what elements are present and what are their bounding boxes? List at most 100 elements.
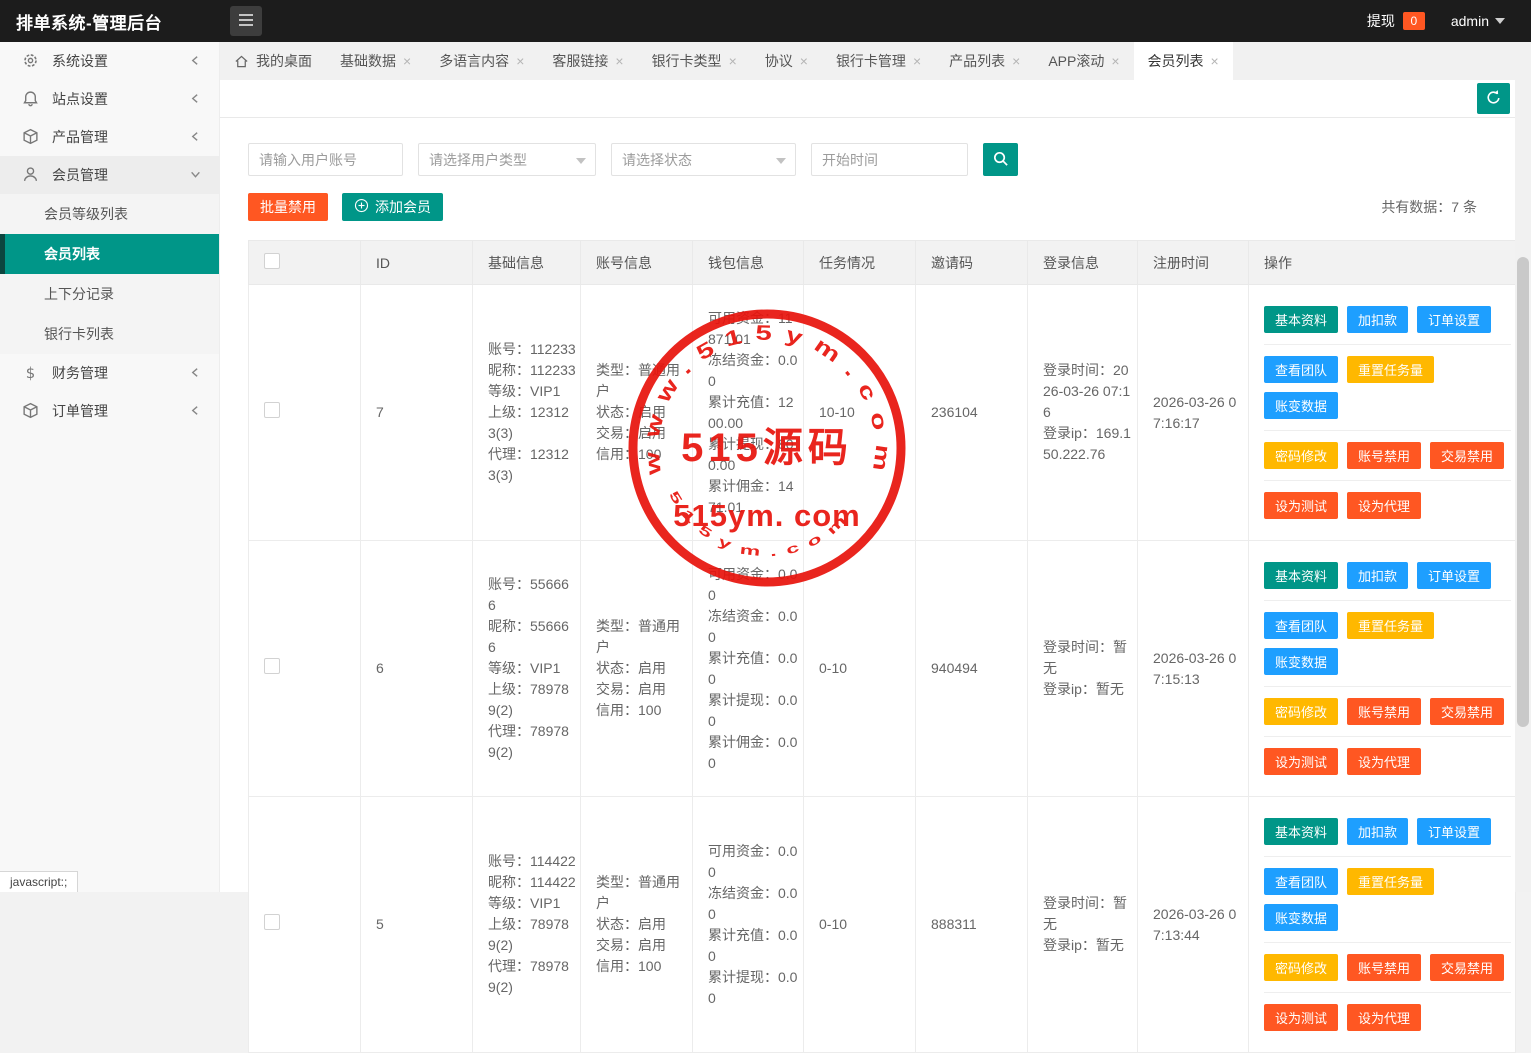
close-icon[interactable]: × bbox=[1211, 53, 1219, 69]
cell-wallet-info-line: 累计提现：0.00 bbox=[708, 690, 799, 732]
withdraw-count-badge: 0 bbox=[1403, 12, 1425, 30]
account-search-input[interactable] bbox=[248, 143, 403, 176]
close-icon[interactable]: × bbox=[913, 53, 921, 69]
tab[interactable]: 银行卡管理 × bbox=[822, 42, 935, 80]
chevron-down-icon bbox=[576, 158, 586, 164]
cell-wallet-info-line: 累计充值：1200.00 bbox=[708, 392, 799, 434]
column-header: 任务情况 bbox=[804, 241, 916, 285]
status-select[interactable]: 请选择状态 bbox=[611, 143, 796, 176]
close-icon[interactable]: × bbox=[403, 53, 411, 69]
disable-trade-button[interactable]: 交易禁用 bbox=[1430, 442, 1504, 469]
page-scrollbar[interactable] bbox=[1515, 42, 1531, 892]
adjust-balance-button[interactable]: 加扣款 bbox=[1347, 818, 1408, 845]
cell-basic-info-line: 上级：789789(2) bbox=[488, 679, 576, 721]
user-icon bbox=[22, 166, 40, 184]
tab[interactable]: 基础数据× bbox=[326, 42, 425, 80]
close-icon[interactable]: × bbox=[1111, 53, 1119, 69]
basic-profile-button[interactable]: 基本资料 bbox=[1264, 562, 1338, 589]
view-team-button[interactable]: 查看团队 bbox=[1264, 356, 1338, 383]
order-settings-button[interactable]: 订单设置 bbox=[1417, 818, 1491, 845]
sidebar-item[interactable]: 会员管理 bbox=[0, 156, 219, 194]
change-password-button[interactable]: 密码修改 bbox=[1264, 442, 1338, 469]
cell-login-info-line: 登录时间：暂无 bbox=[1043, 637, 1133, 679]
balance-records-button[interactable]: 账变数据 bbox=[1264, 904, 1338, 931]
change-password-button[interactable]: 密码修改 bbox=[1264, 954, 1338, 981]
basic-profile-button[interactable]: 基本资料 bbox=[1264, 306, 1338, 333]
sidebar-item-label: 系统设置 bbox=[52, 51, 190, 71]
tab[interactable]: APP滚动× bbox=[1034, 42, 1133, 80]
order-settings-button[interactable]: 订单设置 bbox=[1417, 306, 1491, 333]
view-team-button[interactable]: 查看团队 bbox=[1264, 612, 1338, 639]
tab[interactable]: 会员列表× bbox=[1134, 42, 1233, 80]
column-header: 注册时间 bbox=[1138, 241, 1249, 285]
sidebar-item[interactable]: $财务管理 bbox=[0, 354, 219, 392]
row-checkbox[interactable] bbox=[264, 914, 280, 930]
disable-account-button[interactable]: 账号禁用 bbox=[1347, 954, 1421, 981]
tab-label: 客服链接 bbox=[552, 51, 608, 71]
search-button[interactable] bbox=[983, 143, 1018, 176]
sidebar-subitem[interactable]: 银行卡列表 bbox=[0, 314, 219, 354]
set-agent-button[interactable]: 设为代理 bbox=[1347, 1004, 1421, 1031]
set-test-button[interactable]: 设为测试 bbox=[1264, 748, 1338, 775]
tab[interactable]: 产品列表× bbox=[935, 42, 1034, 80]
set-agent-button[interactable]: 设为代理 bbox=[1347, 748, 1421, 775]
tab[interactable]: 协议× bbox=[751, 42, 822, 80]
sidebar-subitem[interactable]: 会员列表 bbox=[0, 234, 219, 274]
sidebar-item[interactable]: 站点设置 bbox=[0, 80, 219, 118]
gear-icon bbox=[22, 52, 40, 70]
reset-task-button[interactable]: 重置任务量 bbox=[1347, 868, 1434, 895]
close-icon[interactable]: × bbox=[516, 53, 524, 69]
user-menu[interactable]: admin bbox=[1451, 13, 1505, 29]
disable-account-button[interactable]: 账号禁用 bbox=[1347, 442, 1421, 469]
scrollbar-thumb[interactable] bbox=[1517, 257, 1529, 727]
user-type-select[interactable]: 请选择用户类型 bbox=[418, 143, 596, 176]
change-password-button[interactable]: 密码修改 bbox=[1264, 698, 1338, 725]
disable-trade-button[interactable]: 交易禁用 bbox=[1430, 698, 1504, 725]
tab[interactable]: 客服链接 × bbox=[538, 42, 637, 80]
adjust-balance-button[interactable]: 加扣款 bbox=[1347, 306, 1408, 333]
add-member-button[interactable]: 添加会员 bbox=[342, 193, 443, 221]
close-icon[interactable]: × bbox=[800, 53, 808, 69]
column-header: 基础信息 bbox=[473, 241, 581, 285]
withdraw-menu[interactable]: 提现 0 bbox=[1367, 11, 1425, 31]
action-button-group: 设为测试设为代理 bbox=[1264, 480, 1511, 530]
set-test-button[interactable]: 设为测试 bbox=[1264, 1004, 1338, 1031]
topbar: 排单系统-管理后台 提现 0 admin bbox=[0, 0, 1531, 42]
hamburger-menu-button[interactable] bbox=[230, 6, 262, 36]
close-icon[interactable]: × bbox=[729, 53, 737, 69]
basic-profile-button[interactable]: 基本资料 bbox=[1264, 818, 1338, 845]
disable-trade-button[interactable]: 交易禁用 bbox=[1430, 954, 1504, 981]
set-agent-button[interactable]: 设为代理 bbox=[1347, 492, 1421, 519]
sidebar-item[interactable]: 订单管理 bbox=[0, 392, 219, 430]
row-checkbox[interactable] bbox=[264, 402, 280, 418]
order-settings-button[interactable]: 订单设置 bbox=[1417, 562, 1491, 589]
tab[interactable]: 银行卡类型× bbox=[638, 42, 751, 80]
tab[interactable]: 我的桌面 bbox=[220, 42, 326, 80]
cell-wallet-info-line: 累计充值：0.00 bbox=[708, 925, 799, 967]
refresh-button[interactable] bbox=[1477, 83, 1510, 114]
reset-task-button[interactable]: 重置任务量 bbox=[1347, 356, 1434, 383]
close-icon[interactable]: × bbox=[615, 53, 623, 69]
close-icon[interactable]: × bbox=[1012, 53, 1020, 69]
start-time-input[interactable] bbox=[811, 143, 968, 176]
cell-basic-info-line: 上级：789789(2) bbox=[488, 914, 576, 956]
tab-label: 银行卡管理 bbox=[836, 51, 906, 71]
row-checkbox[interactable] bbox=[264, 658, 280, 674]
select-all-checkbox[interactable] bbox=[264, 253, 280, 269]
reset-task-button[interactable]: 重置任务量 bbox=[1347, 612, 1434, 639]
balance-records-button[interactable]: 账变数据 bbox=[1264, 648, 1338, 675]
tab[interactable]: 多语言内容× bbox=[425, 42, 538, 80]
adjust-balance-button[interactable]: 加扣款 bbox=[1347, 562, 1408, 589]
balance-records-button[interactable]: 账变数据 bbox=[1264, 392, 1338, 419]
set-test-button[interactable]: 设为测试 bbox=[1264, 492, 1338, 519]
sidebar-item[interactable]: 系统设置 bbox=[0, 42, 219, 80]
view-team-button[interactable]: 查看团队 bbox=[1264, 868, 1338, 895]
column-header: 账号信息 bbox=[581, 241, 693, 285]
disable-account-button[interactable]: 账号禁用 bbox=[1347, 698, 1421, 725]
cell-wallet-info-line: 可用资金：11871.01 bbox=[708, 308, 799, 350]
sidebar-subitem[interactable]: 上下分记录 bbox=[0, 274, 219, 314]
sidebar-submenu: 会员等级列表会员列表上下分记录银行卡列表 bbox=[0, 194, 219, 354]
sidebar-subitem[interactable]: 会员等级列表 bbox=[0, 194, 219, 234]
sidebar-item[interactable]: 产品管理 bbox=[0, 118, 219, 156]
batch-disable-button[interactable]: 批量禁用 bbox=[248, 193, 328, 221]
